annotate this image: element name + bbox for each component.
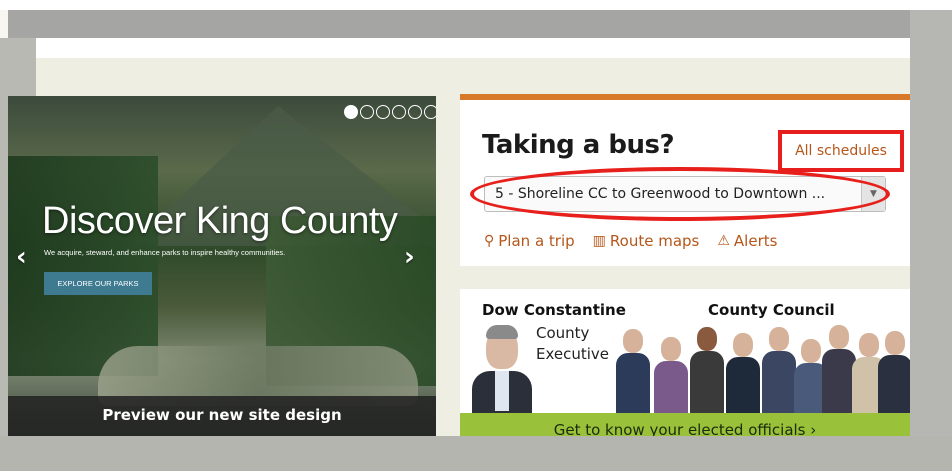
right-gray-frame <box>910 10 952 471</box>
executive-photo <box>472 323 532 413</box>
executive-name: Dow Constantine <box>482 301 626 319</box>
executive-role-line1: County <box>536 324 590 342</box>
warning-icon: ⚠ <box>717 233 730 249</box>
council-label: County Council <box>708 301 835 319</box>
alerts-link[interactable]: ⚠ Alerts <box>717 232 777 250</box>
header-white-bar <box>36 38 910 58</box>
top-white-strip <box>0 0 952 10</box>
map-icon: ▥ <box>592 233 606 249</box>
preview-site-design-link[interactable]: Preview our new site design <box>8 396 436 436</box>
council-group-photo <box>616 323 910 413</box>
map-pin-icon: ⚲ <box>484 233 495 249</box>
hero-slider: ‹ › Discover King County We acquire, ste… <box>8 96 436 436</box>
route-select[interactable]: 5 - Shoreline CC to Greenwood to Downtow… <box>484 176 886 212</box>
bottom-gray-frame <box>0 436 952 471</box>
bus-panel-title: Taking a bus? <box>482 130 675 160</box>
hero-title: Discover King County <box>42 200 398 242</box>
route-select-value: 5 - Shoreline CC to Greenwood to Downtow… <box>495 186 826 202</box>
elected-officials-panel[interactable]: Dow Constantine County Executive County … <box>460 289 910 446</box>
explore-parks-button[interactable]: EXPLORE OUR PARKS <box>44 272 152 295</box>
executive-role-line2: Executive <box>536 345 610 363</box>
slider-dot-4[interactable] <box>392 105 406 119</box>
bus-links: ⚲ Plan a trip ▥ Route maps ⚠ Alerts <box>484 232 777 250</box>
plan-a-trip-link[interactable]: ⚲ Plan a trip <box>484 232 575 250</box>
bus-panel: Taking a bus? All schedules 5 - Shorelin… <box>460 94 910 266</box>
slider-dot-3[interactable] <box>376 105 390 119</box>
route-maps-link[interactable]: ▥ Route maps <box>593 232 700 250</box>
chevron-down-icon: ▼ <box>861 177 885 211</box>
plan-a-trip-label: Plan a trip <box>498 232 575 250</box>
slider-dot-1[interactable] <box>344 105 358 119</box>
hero-forest-left <box>8 156 158 376</box>
slider-dot-6[interactable] <box>424 105 436 119</box>
slider-next-arrow-icon[interactable]: › <box>404 242 415 272</box>
executive-role: County Executive <box>536 323 609 365</box>
route-maps-label: Route maps <box>609 232 700 250</box>
hero-subtitle: We acquire, steward, and enhance parks t… <box>44 248 286 257</box>
slider-prev-arrow-icon[interactable]: ‹ <box>16 242 27 272</box>
all-schedules-link[interactable]: All schedules <box>778 130 904 172</box>
slider-pagination <box>344 105 436 119</box>
slider-dot-2[interactable] <box>360 105 374 119</box>
top-gray-frame <box>8 10 952 38</box>
alerts-label: Alerts <box>733 232 778 250</box>
slider-dot-5[interactable] <box>408 105 422 119</box>
